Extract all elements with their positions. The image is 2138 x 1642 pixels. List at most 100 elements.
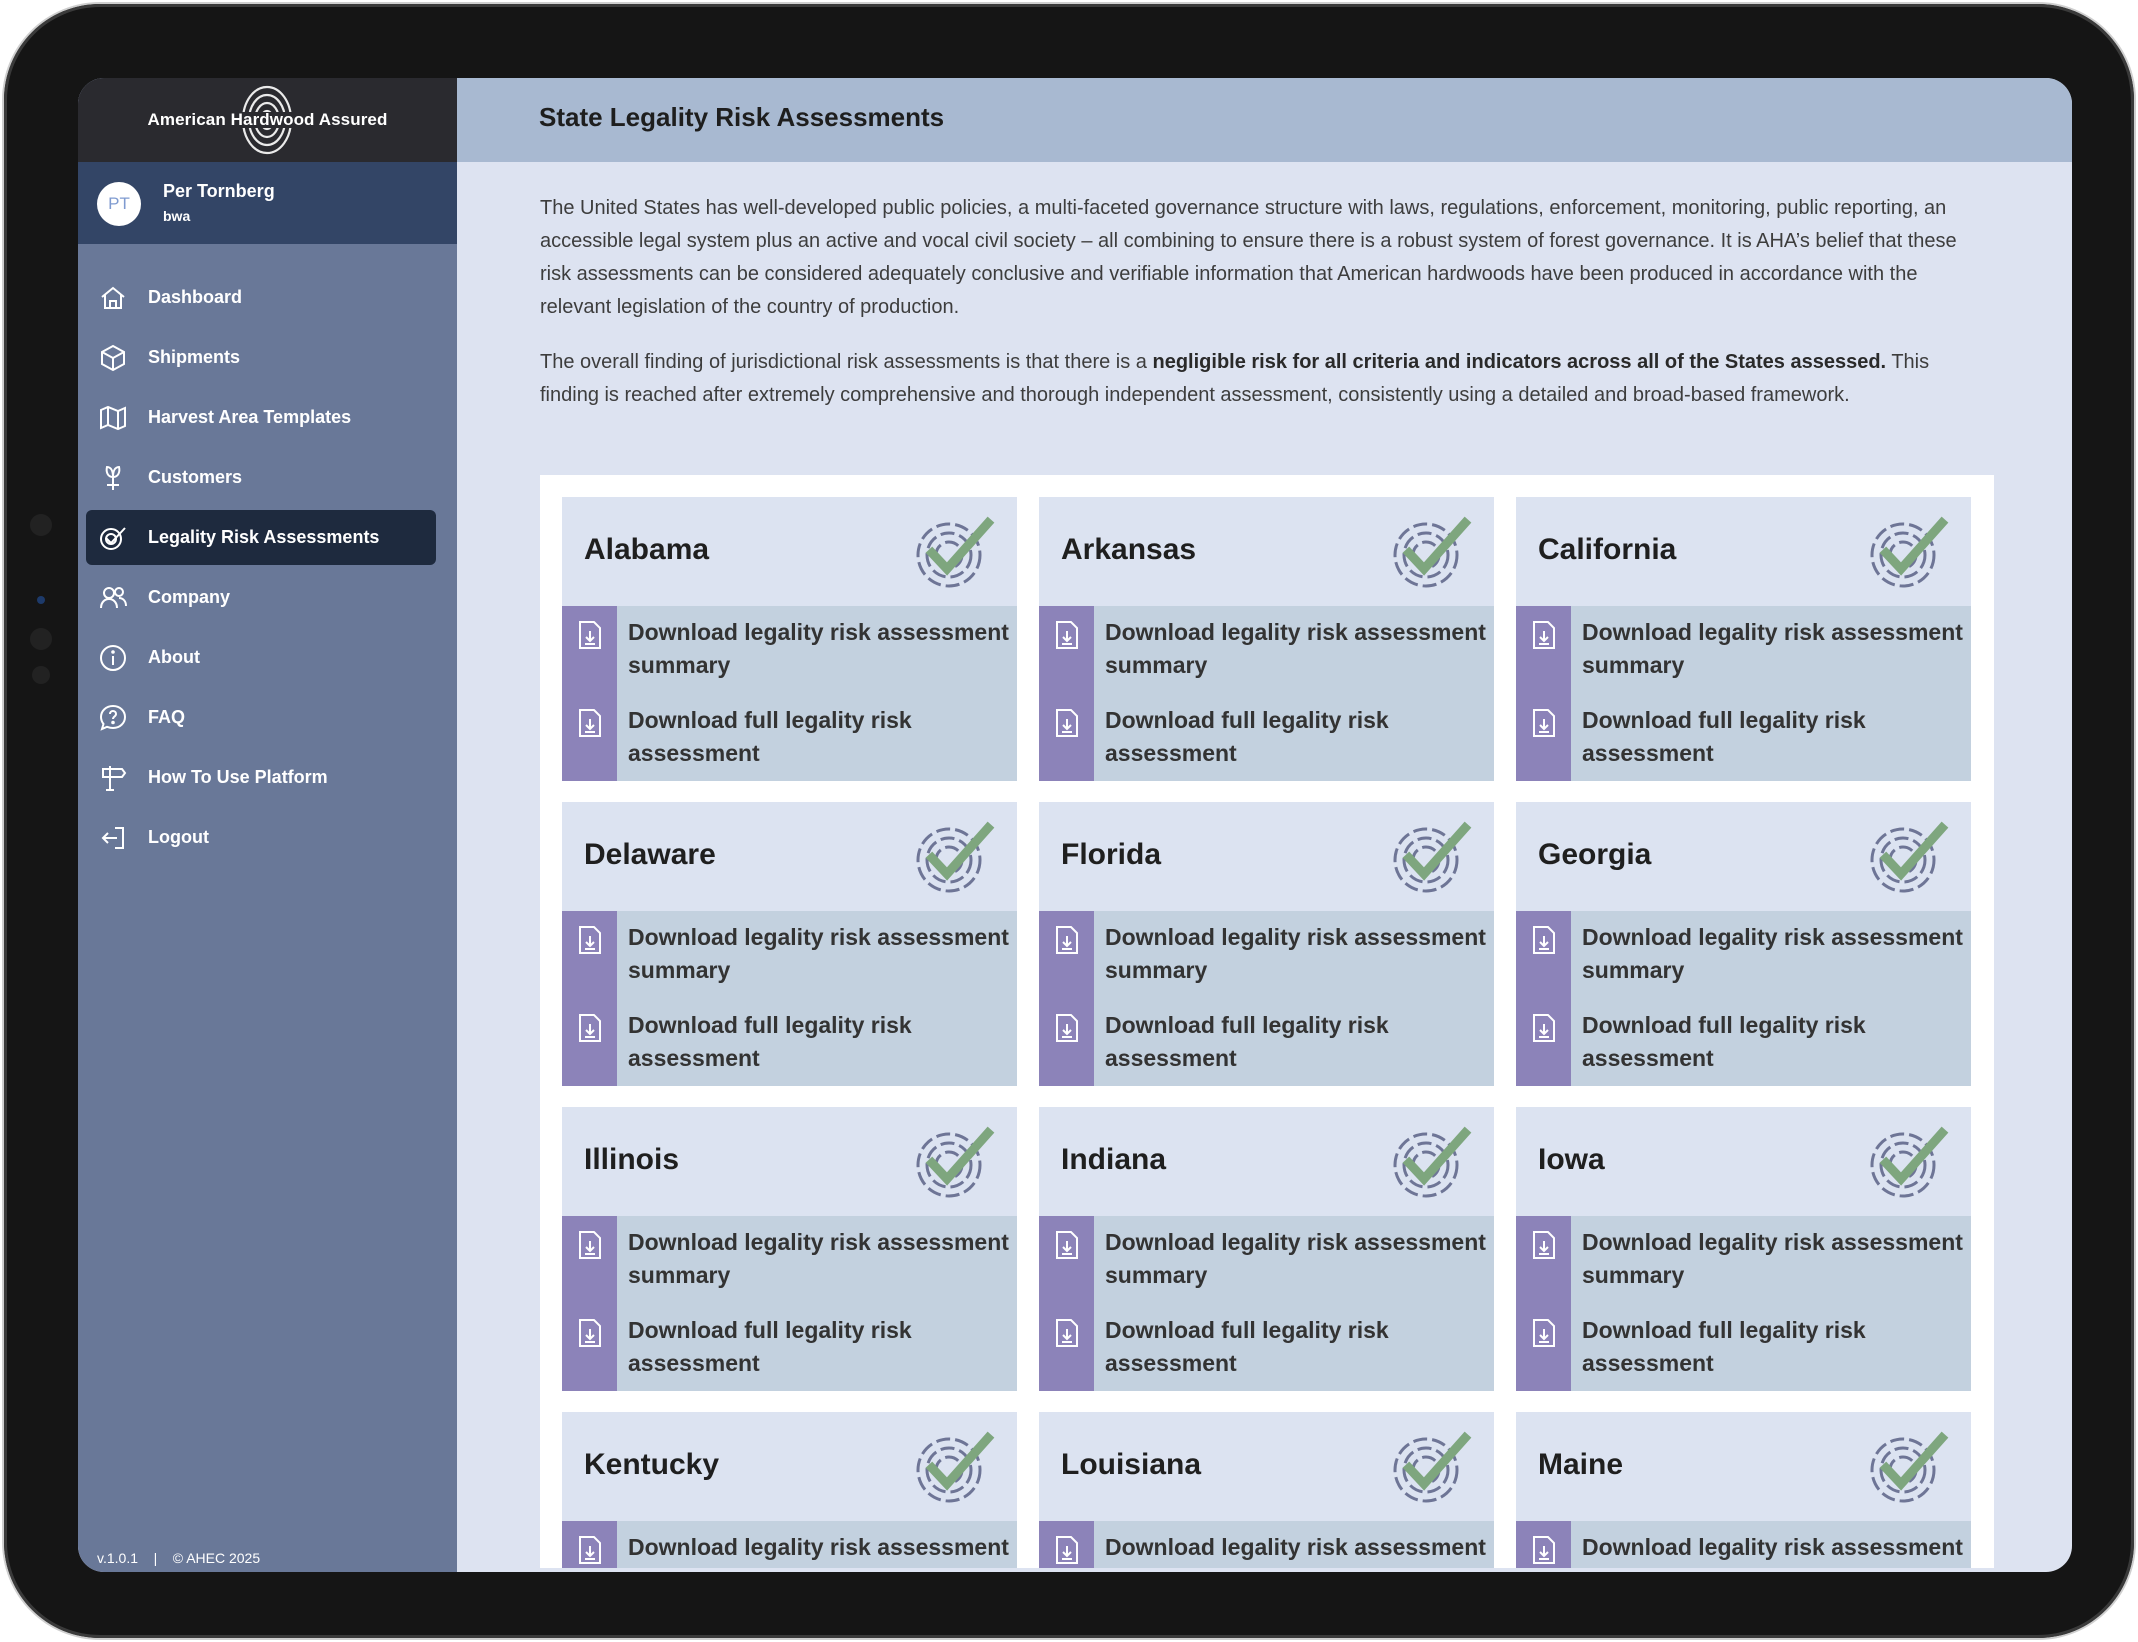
sidebar-item-label: Logout bbox=[148, 827, 209, 847]
plant-hand-icon bbox=[98, 463, 134, 493]
download-summary-link[interactable]: Download legality risk assessment summar… bbox=[562, 1216, 1017, 1296]
download-summary-link[interactable]: Download legality risk assessment summar… bbox=[1039, 606, 1494, 686]
sensor-dot bbox=[30, 628, 52, 650]
download-section: Download legality risk assessment summar… bbox=[562, 606, 1017, 781]
footer-separator: | bbox=[153, 1550, 158, 1566]
file-download-icon bbox=[1533, 709, 1555, 737]
file-download-icon bbox=[1056, 709, 1078, 737]
sidebar: American Hardwood Assured PT Per Tornber… bbox=[78, 78, 457, 1572]
download-section: Download legality risk assessment summar… bbox=[1516, 1216, 1971, 1391]
download-full-link[interactable]: Download full legality risk assessment bbox=[1039, 999, 1494, 1079]
file-download-icon bbox=[1056, 1319, 1078, 1347]
download-label: Download legality risk assessment summar… bbox=[1582, 619, 1963, 678]
intro-highlight: negligible risk for all criteria and ind… bbox=[1152, 351, 1887, 373]
app-footer: v.1.0.1 | © AHEC 2025 bbox=[97, 1550, 260, 1566]
download-label: Download full legality risk assessment bbox=[1582, 1317, 1866, 1376]
sidebar-item-about[interactable]: About bbox=[86, 630, 436, 685]
state-card: Louisiana Download legality risk assessme… bbox=[1039, 1412, 1494, 1568]
download-full-link[interactable]: Download full legality risk assessment bbox=[562, 999, 1017, 1079]
sidebar-item-dashboard[interactable]: Dashboard bbox=[86, 270, 436, 325]
download-section: Download legality risk assessment summar… bbox=[1039, 1521, 1494, 1568]
download-summary-link[interactable]: Download legality risk assessment summar… bbox=[1039, 1521, 1494, 1568]
home-icon bbox=[98, 283, 134, 313]
download-label: Download legality risk assessment summar… bbox=[1105, 1229, 1486, 1288]
sidebar-item-label: Company bbox=[148, 587, 231, 607]
sidebar-item-logout[interactable]: Logout bbox=[86, 810, 436, 865]
download-label: Download legality risk assessment summar… bbox=[1582, 924, 1963, 983]
sidebar-nav: Dashboard Shipments Harvest Area Templat… bbox=[86, 270, 436, 870]
download-summary-link[interactable]: Download legality risk assessment summar… bbox=[1516, 911, 1971, 991]
download-summary-link[interactable]: Download legality risk assessment summar… bbox=[1039, 1216, 1494, 1296]
download-label: Download full legality risk assessment bbox=[1105, 707, 1389, 766]
intro-text: The United States has well-developed pub… bbox=[540, 192, 1990, 434]
state-card: Georgia Download legality risk assessment… bbox=[1516, 802, 1971, 1086]
file-download-icon bbox=[1533, 926, 1555, 954]
file-download-icon bbox=[579, 926, 601, 954]
download-label: Download legality risk assessment summar… bbox=[628, 619, 1009, 678]
sidebar-item-customers[interactable]: Customers bbox=[86, 450, 436, 505]
download-label: Download legality risk assessment summar… bbox=[628, 924, 1009, 983]
sidebar-item-how-to-use-platform[interactable]: How To Use Platform bbox=[86, 750, 436, 805]
state-name: Kentucky bbox=[584, 1448, 720, 1481]
download-full-link[interactable]: Download full legality risk assessment bbox=[562, 1304, 1017, 1384]
download-summary-link[interactable]: Download legality risk assessment summar… bbox=[1516, 1521, 1971, 1568]
verified-check-icon bbox=[916, 1431, 995, 1503]
state-card: Kentucky Download legality risk assessmen… bbox=[562, 1412, 1017, 1568]
state-name: Alabama bbox=[584, 533, 710, 566]
signpost-icon bbox=[98, 763, 134, 793]
download-summary-link[interactable]: Download legality risk assessment summar… bbox=[1516, 606, 1971, 686]
verified-check-icon bbox=[916, 821, 995, 893]
download-full-link[interactable]: Download full legality risk assessment bbox=[1516, 694, 1971, 774]
brand-bar: American Hardwood Assured bbox=[78, 78, 457, 162]
download-label: Download legality risk assessment summar… bbox=[1105, 619, 1486, 678]
verified-check-icon bbox=[916, 516, 995, 588]
sidebar-item-company[interactable]: Company bbox=[86, 570, 436, 625]
download-full-link[interactable]: Download full legality risk assessment bbox=[1516, 999, 1971, 1079]
verified-check-icon bbox=[1393, 1431, 1472, 1503]
download-full-link[interactable]: Download full legality risk assessment bbox=[1516, 1304, 1971, 1384]
state-name: Florida bbox=[1061, 838, 1162, 871]
download-summary-link[interactable]: Download legality risk assessment summar… bbox=[1516, 1216, 1971, 1296]
verified-check-icon bbox=[916, 1126, 995, 1198]
state-name: Illinois bbox=[584, 1143, 680, 1176]
state-name: California bbox=[1538, 533, 1677, 566]
state-card: Arkansas Download legality risk assessmen… bbox=[1039, 497, 1494, 781]
file-download-icon bbox=[1056, 1536, 1078, 1564]
download-label: Download legality risk assessment summar… bbox=[628, 1229, 1009, 1288]
download-section: Download legality risk assessment summar… bbox=[1039, 911, 1494, 1086]
download-summary-link[interactable]: Download legality risk assessment summar… bbox=[562, 911, 1017, 991]
state-card: Delaware Download legality risk assessmen… bbox=[562, 802, 1017, 1086]
state-card: Illinois Download legality risk assessmen… bbox=[562, 1107, 1017, 1391]
sidebar-item-harvest-area-templates[interactable]: Harvest Area Templates bbox=[86, 390, 436, 445]
download-label: Download legality risk assessment summar… bbox=[1105, 924, 1486, 983]
download-summary-link[interactable]: Download legality risk assessment summar… bbox=[562, 606, 1017, 686]
file-download-icon bbox=[1533, 1536, 1555, 1564]
state-card: Iowa Download legality risk assessment su… bbox=[1516, 1107, 1971, 1391]
download-full-link[interactable]: Download full legality risk assessment bbox=[1039, 1304, 1494, 1384]
state-card: Alabama Download legality risk assessment… bbox=[562, 497, 1017, 781]
sidebar-item-label: Customers bbox=[148, 467, 243, 487]
version-label: v.1.0.1 bbox=[97, 1550, 138, 1566]
sidebar-item-label: Harvest Area Templates bbox=[148, 407, 352, 427]
info-icon bbox=[98, 643, 134, 673]
download-summary-link[interactable]: Download legality risk assessment summar… bbox=[562, 1521, 1017, 1568]
intro-paragraph-1: The United States has well-developed pub… bbox=[540, 197, 1957, 318]
sidebar-item-label: About bbox=[148, 647, 200, 667]
sidebar-item-shipments[interactable]: Shipments bbox=[86, 330, 436, 385]
file-download-icon bbox=[1056, 1231, 1078, 1259]
verified-check-icon bbox=[1870, 1431, 1949, 1503]
download-full-link[interactable]: Download full legality risk assessment bbox=[1039, 694, 1494, 774]
download-label: Download legality risk assessment summar… bbox=[1582, 1229, 1963, 1288]
download-summary-link[interactable]: Download legality risk assessment summar… bbox=[1039, 911, 1494, 991]
map-icon bbox=[98, 403, 134, 433]
file-download-icon bbox=[579, 1014, 601, 1042]
download-full-link[interactable]: Download full legality risk assessment bbox=[562, 694, 1017, 774]
brand-name: American Hardwood Assured bbox=[147, 110, 388, 129]
sidebar-item-faq[interactable]: FAQ bbox=[86, 690, 436, 745]
user-card[interactable]: PT Per Tornberg bwa bbox=[78, 162, 457, 244]
sidebar-item-label: Shipments bbox=[148, 347, 241, 367]
sidebar-item-label: FAQ bbox=[148, 707, 186, 727]
verified-check-icon bbox=[1393, 821, 1472, 893]
file-download-icon bbox=[579, 621, 601, 649]
sidebar-item-legality-risk-assessments[interactable]: Legality Risk Assessments bbox=[86, 510, 436, 565]
